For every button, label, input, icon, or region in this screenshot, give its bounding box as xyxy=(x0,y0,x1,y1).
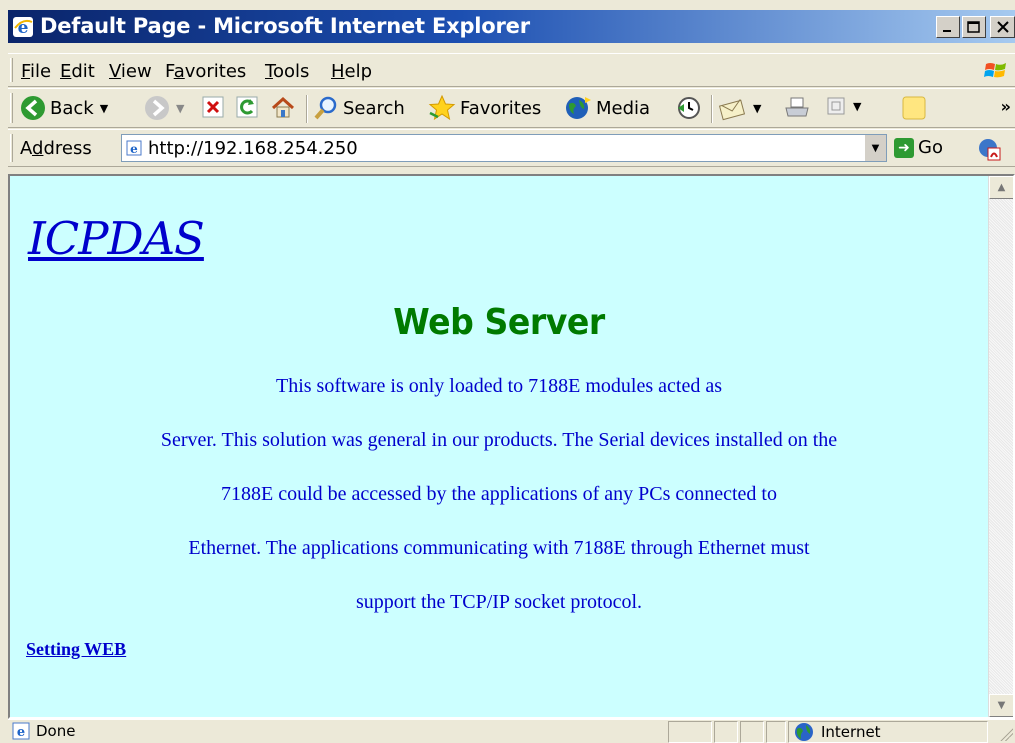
toolbar-chevron[interactable]: » xyxy=(1001,97,1011,116)
ie-logo-icon: e xyxy=(13,17,33,38)
scroll-up-button[interactable]: ▲ xyxy=(989,176,1013,199)
media-globe-icon xyxy=(566,97,591,119)
media-button[interactable]: Media xyxy=(564,95,650,121)
printer-icon xyxy=(785,97,809,117)
page-content: ICPDAS Web Server This software is only … xyxy=(10,176,988,717)
forward-arrow-icon xyxy=(145,96,169,120)
menu-bar: File Edit View Favorites Tools Help xyxy=(8,53,1015,87)
home-icon xyxy=(271,96,295,118)
minimize-button[interactable] xyxy=(936,16,960,38)
address-input[interactable]: e http://192.168.254.250 ▼ xyxy=(121,134,887,162)
edit-dropdown-icon[interactable]: ▼ xyxy=(853,100,861,113)
refresh-icon xyxy=(236,96,258,118)
status-panel xyxy=(714,721,738,743)
forward-dropdown-icon[interactable]: ▼ xyxy=(176,102,184,115)
edit-page-icon xyxy=(827,97,845,115)
page-icon: e xyxy=(126,140,142,156)
discuss-button[interactable] xyxy=(901,95,927,121)
mail-envelope-icon xyxy=(719,99,746,121)
page-viewport: ICPDAS Web Server This software is only … xyxy=(8,174,1015,719)
toolbar-grip[interactable] xyxy=(10,93,13,123)
back-arrow-icon xyxy=(21,96,45,120)
description-line: Ethernet. The applications communicating… xyxy=(188,537,810,559)
edit-button[interactable]: ▼ xyxy=(825,95,861,117)
address-label: Address xyxy=(20,138,92,159)
description-line: Server. This solution was general in our… xyxy=(160,429,838,451)
menu-view[interactable]: View xyxy=(109,61,152,82)
page-heading: Web Server xyxy=(393,302,605,343)
address-dropdown-icon[interactable]: ▼ xyxy=(864,135,886,161)
history-button[interactable] xyxy=(676,95,702,121)
status-text: Done xyxy=(36,722,76,740)
back-dropdown-icon[interactable]: ▼ xyxy=(100,102,108,115)
description-line: This software is only loaded to 7188E mo… xyxy=(275,375,722,397)
status-panel xyxy=(766,721,786,743)
forward-button[interactable]: ▼ xyxy=(144,95,184,121)
svg-text:e: e xyxy=(17,725,25,740)
print-button[interactable] xyxy=(783,95,811,121)
search-icon xyxy=(314,96,337,120)
menu-edit[interactable]: Edit xyxy=(60,61,95,82)
go-button[interactable]: ➜ Go xyxy=(894,137,943,158)
menu-tools[interactable]: Tools xyxy=(265,61,309,82)
maximize-button[interactable] xyxy=(962,16,986,38)
vertical-scrollbar[interactable]: ▲ ▼ xyxy=(988,176,1013,717)
note-icon xyxy=(902,96,926,120)
menu-file[interactable]: File xyxy=(21,61,51,82)
internet-globe-icon xyxy=(795,723,813,741)
browser-window: e Default Page - Microsoft Internet Expl… xyxy=(0,0,1015,743)
page-done-icon: e xyxy=(12,722,30,740)
resize-grip[interactable] xyxy=(999,727,1013,741)
icpdas-logo-link[interactable]: ICPDAS xyxy=(28,212,205,265)
scroll-down-button[interactable]: ▼ xyxy=(989,694,1013,717)
close-button[interactable] xyxy=(990,16,1015,38)
home-button[interactable] xyxy=(270,95,296,121)
favorites-button[interactable]: Favorites xyxy=(428,95,541,121)
stop-button[interactable] xyxy=(201,95,225,119)
windows-flag-icon xyxy=(984,63,1006,78)
title-bar[interactable]: e Default Page - Microsoft Internet Expl… xyxy=(8,10,1015,43)
status-bar: e Done Internet xyxy=(8,719,1015,743)
back-button[interactable]: Back ▼ xyxy=(20,95,108,121)
window-title: Default Page - Microsoft Internet Explor… xyxy=(40,14,530,38)
svg-text:e: e xyxy=(130,142,138,156)
refresh-button[interactable] xyxy=(235,95,259,119)
addressbar-grip[interactable] xyxy=(10,134,13,162)
toolbar-separator xyxy=(306,95,308,123)
go-arrow-icon: ➜ xyxy=(894,137,914,158)
description-line: 7188E could be accessed by the applicati… xyxy=(221,483,777,505)
pdf-extension-icon[interactable] xyxy=(976,136,1002,162)
menubar-grip[interactable] xyxy=(10,58,13,82)
description-line: support the TCP/IP socket protocol. xyxy=(355,591,643,613)
minimize-icon xyxy=(943,30,951,32)
status-area: e Done xyxy=(12,722,75,740)
standard-toolbar: Back ▼ ▼ Search Favorites Media ▼ ▼ » xyxy=(8,88,1015,128)
menu-help[interactable]: Help xyxy=(331,61,372,82)
status-panel xyxy=(668,721,712,743)
status-panel xyxy=(740,721,764,743)
menu-favorites[interactable]: Favorites xyxy=(165,61,246,82)
address-bar: Address e http://192.168.254.250 ▼ ➜ Go xyxy=(8,129,1015,167)
favorites-star-icon xyxy=(428,95,456,121)
mail-dropdown-icon[interactable]: ▼ xyxy=(753,102,761,115)
maximize-icon xyxy=(967,21,980,33)
address-url: http://192.168.254.250 xyxy=(148,138,358,159)
close-icon xyxy=(996,21,1009,33)
stop-icon xyxy=(202,96,224,118)
toolbar-separator xyxy=(711,95,713,123)
history-clock-icon xyxy=(678,97,700,119)
setting-web-link[interactable]: Setting WEB xyxy=(26,639,126,660)
search-button[interactable]: Search xyxy=(313,95,405,121)
security-zone[interactable]: Internet xyxy=(788,721,988,743)
mail-button[interactable]: ▼ xyxy=(719,95,761,121)
